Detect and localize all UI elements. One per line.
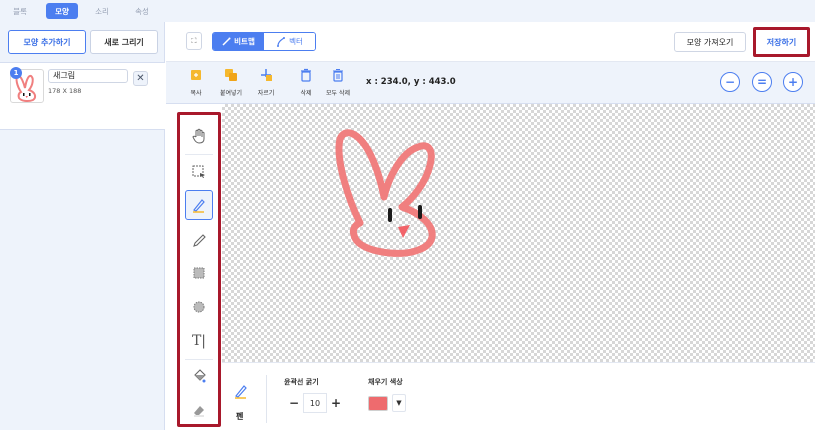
outline-width-stepper: − 10 + <box>285 393 353 413</box>
cut-button[interactable]: 자르기 <box>251 66 281 100</box>
zoom-in-button[interactable]: + <box>783 72 803 92</box>
width-value-input[interactable]: 10 <box>303 393 327 413</box>
eraser-icon <box>194 406 204 417</box>
zoom-in-icon: + <box>787 75 799 89</box>
pen-icon <box>193 199 205 213</box>
tab-sounds[interactable]: 소리 <box>90 3 114 19</box>
fill-tool[interactable] <box>185 362 213 392</box>
options-divider <box>266 375 267 423</box>
editor-header: ⛶ 비트맵 벡터 모양 가져오기 저장하기 <box>166 22 815 62</box>
delete-costume-button[interactable]: ✕ <box>133 71 148 86</box>
tool-divider <box>185 359 213 360</box>
delete-button[interactable]: 삭제 <box>291 66 321 100</box>
vector-label: 벡터 <box>289 37 303 46</box>
vector-mode-button[interactable]: 벡터 <box>264 33 315 50</box>
text-tool[interactable]: T| <box>185 326 213 356</box>
brush-icon <box>222 37 231 46</box>
fill-color-swatch[interactable] <box>368 395 388 411</box>
import-costume-button[interactable]: 모양 가져오기 <box>674 32 746 52</box>
fill-color-picker[interactable]: ▼ <box>368 393 410 413</box>
current-tool-name: 펜 <box>236 412 244 421</box>
pencil-icon <box>193 234 206 247</box>
delete-all-button[interactable]: 모두 삭제 <box>323 66 353 100</box>
costume-list-item[interactable]: 1 새그림 178 X 188 ✕ <box>0 62 165 130</box>
circle-select-icon <box>193 301 205 313</box>
trash-icon <box>301 68 311 82</box>
top-tab-bar: 블록 모양 소리 속성 <box>0 0 815 22</box>
fill-color-label: 채우기 색상 <box>368 378 403 386</box>
outline-width-label: 윤곽선 굵기 <box>284 378 319 386</box>
fill-icon <box>194 369 206 383</box>
mode-toggle: 비트맵 벡터 <box>212 32 316 51</box>
pen-tool[interactable] <box>185 190 213 220</box>
trash-all-icon <box>333 69 343 82</box>
eraser-tool[interactable] <box>185 395 213 425</box>
color-dropdown-button[interactable]: ▼ <box>392 394 406 412</box>
chevron-down-icon: ▼ <box>396 399 402 407</box>
zoom-reset-button[interactable]: = <box>752 72 772 92</box>
copy-icon <box>191 70 201 80</box>
rect-select-icon <box>193 267 205 279</box>
pencil-tool[interactable] <box>185 225 213 255</box>
paste-button[interactable]: 붙여넣기 <box>216 66 246 100</box>
tab-costumes[interactable]: 모양 <box>46 3 78 19</box>
pen-icon <box>235 385 247 399</box>
cursor-coordinates: x : 234.0, y : 443.0 <box>366 77 456 87</box>
tool-palette: T| <box>177 112 221 427</box>
tab-blocks[interactable]: 블록 <box>8 3 32 19</box>
paste-label: 붙여넣기 <box>219 90 243 97</box>
bunny-drawing <box>335 129 436 257</box>
hand-tool[interactable] <box>185 121 213 151</box>
cut-icon <box>261 69 272 81</box>
new-drawing-button[interactable]: 새로 그리기 <box>90 30 158 54</box>
bitmap-label: 비트맵 <box>234 37 255 46</box>
costume-name-input[interactable]: 새그림 <box>48 69 128 83</box>
delete-all-label: 모두 삭제 <box>326 90 350 97</box>
select-icon <box>192 165 205 178</box>
paste-icon <box>225 69 237 81</box>
cut-label: 자르기 <box>257 90 275 97</box>
save-button-label: 저장하기 <box>766 37 797 47</box>
vector-pen-icon <box>277 36 286 47</box>
expand-icon: ⛶ <box>191 36 197 45</box>
close-icon: ✕ <box>136 73 145 84</box>
zoom-reset-icon: = <box>756 75 768 89</box>
select-tool[interactable] <box>185 157 213 187</box>
save-button[interactable]: 저장하기 <box>753 27 810 57</box>
delete-label: 삭제 <box>300 90 312 97</box>
tool-divider <box>185 154 213 155</box>
tab-properties[interactable]: 속성 <box>130 3 154 19</box>
copy-button[interactable]: 복사 <box>181 66 211 100</box>
width-decrease-button[interactable]: − <box>285 393 303 413</box>
bitmap-mode-button[interactable]: 비트맵 <box>213 33 264 50</box>
costume-size: 178 X 188 <box>48 87 82 95</box>
drawing-canvas[interactable] <box>222 104 815 362</box>
fullscreen-button[interactable]: ⛶ <box>186 32 202 50</box>
copy-label: 복사 <box>190 90 202 97</box>
costume-index-badge: 1 <box>10 67 22 79</box>
text-icon: T| <box>191 333 207 349</box>
circle-select-tool[interactable] <box>185 292 213 322</box>
edit-toolbar: 복사 붙여넣기 자르기 삭제 모두 삭제 x : 234.0, y : 443.… <box>166 62 815 104</box>
rect-select-tool[interactable] <box>185 258 213 288</box>
add-costume-button[interactable]: 모양 추가하기 <box>8 30 86 54</box>
tool-options-bar: 펜 윤곽선 굵기 − 10 + 채우기 색상 ▼ <box>222 362 815 430</box>
costume-sidebar: 모양 추가하기 새로 그리기 1 새그림 178 X 188 ✕ <box>0 22 165 430</box>
hand-icon <box>192 128 205 144</box>
zoom-out-button[interactable]: − <box>720 72 740 92</box>
zoom-out-icon: − <box>724 75 736 89</box>
width-increase-button[interactable]: + <box>327 393 345 413</box>
